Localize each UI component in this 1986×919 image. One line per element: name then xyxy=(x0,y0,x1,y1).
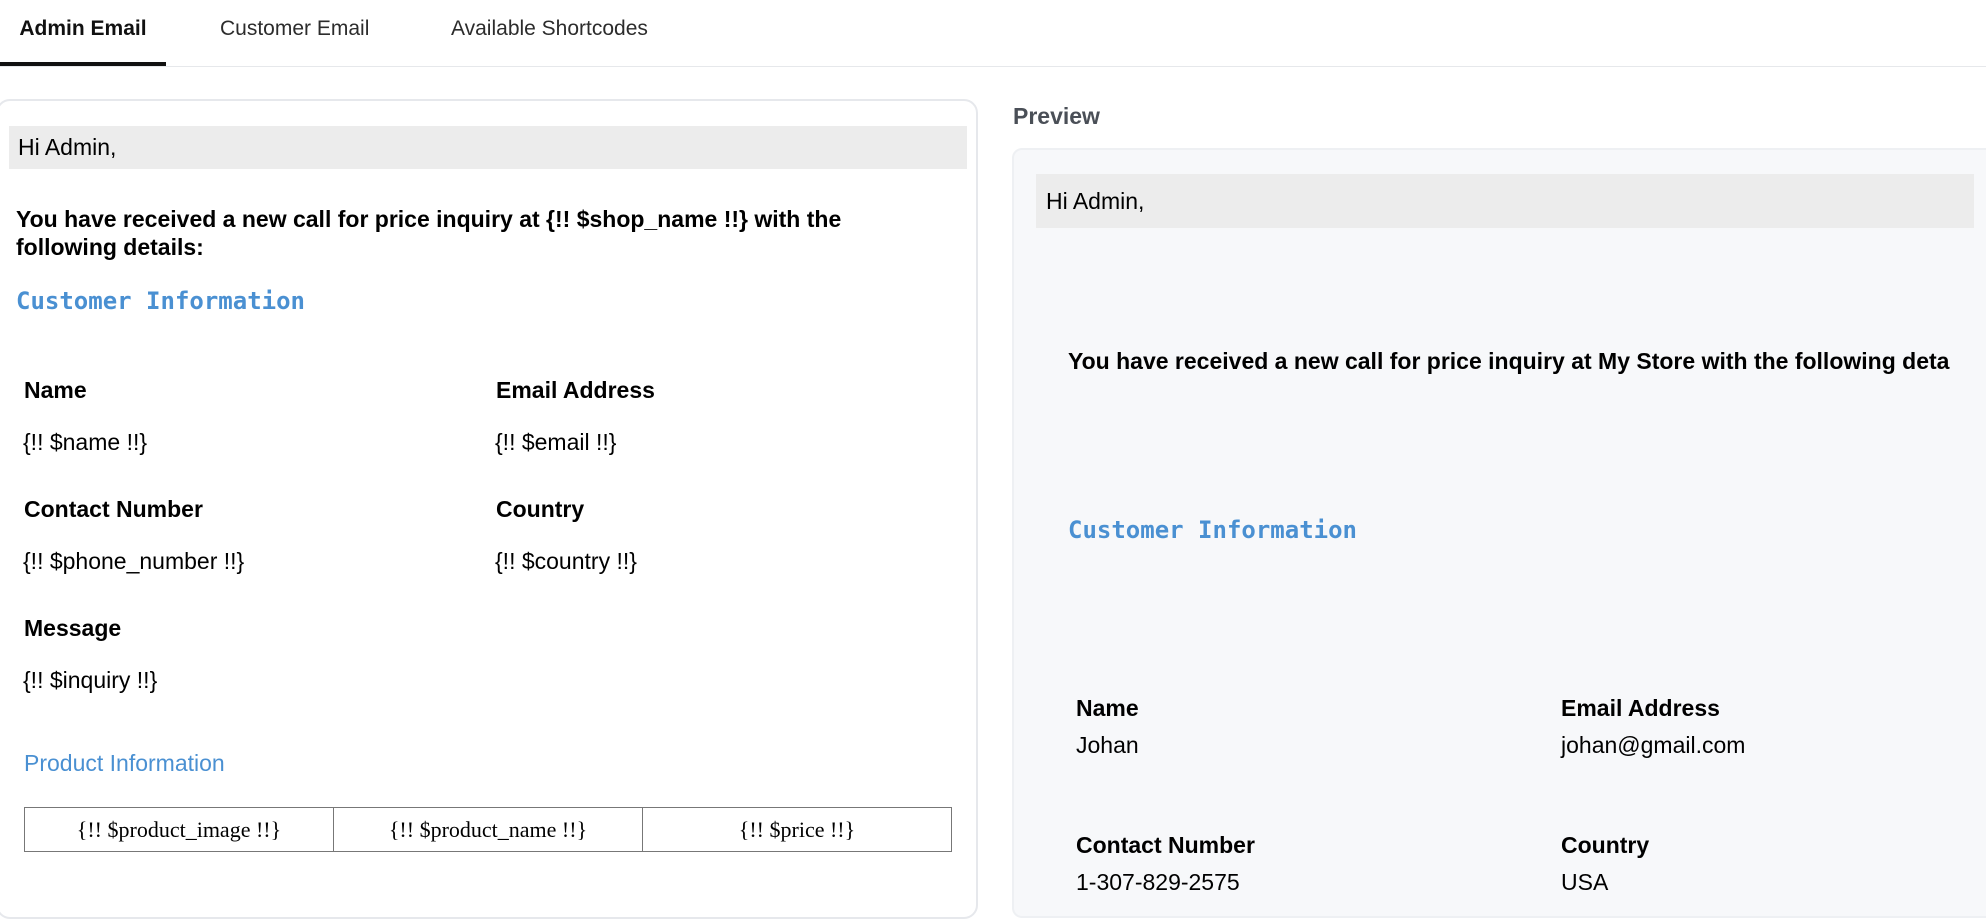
preview-phone-label: Contact Number xyxy=(1076,832,1255,858)
editor-phone-value[interactable]: {!! $phone_number !!} xyxy=(23,548,244,575)
editor-name-value[interactable]: {!! $name !!} xyxy=(23,429,147,456)
preview-greeting: Hi Admin, xyxy=(1036,174,1974,228)
editor-intro-text[interactable]: You have received a new call for price i… xyxy=(16,205,916,261)
editor-customer-info-heading[interactable]: Customer Information xyxy=(16,287,305,315)
preview-intro-text: You have received a new call for price i… xyxy=(1068,348,1950,374)
editor-email-value[interactable]: {!! $email !!} xyxy=(495,429,616,456)
editor-country-label[interactable]: Country xyxy=(496,496,584,523)
preview-customer-info-heading: Customer Information xyxy=(1068,516,1357,544)
preview-email-label: Email Address xyxy=(1561,695,1720,721)
editor-product-info-heading[interactable]: Product Information xyxy=(24,750,225,777)
tab-available-shortcodes[interactable]: Available Shortcodes xyxy=(451,0,648,66)
preview-name-label: Name xyxy=(1076,695,1139,721)
tab-admin-email[interactable]: Admin Email xyxy=(0,0,166,66)
preview-email-value: johan@gmail.com xyxy=(1561,732,1746,758)
editor-message-label[interactable]: Message xyxy=(24,615,121,642)
editor-email-label[interactable]: Email Address xyxy=(496,377,655,404)
preview-country-label: Country xyxy=(1561,832,1650,858)
editor-message-value[interactable]: {!! $inquiry !!} xyxy=(23,667,157,694)
editor-name-label[interactable]: Name xyxy=(24,377,87,404)
editor-phone-label[interactable]: Contact Number xyxy=(24,496,203,523)
preview-phone-value: 1-307-829-2575 xyxy=(1076,869,1240,895)
editor-greeting[interactable]: Hi Admin, xyxy=(9,126,967,169)
product-image-cell[interactable]: {!! $product_image !!} xyxy=(25,808,334,851)
preview-country-value: USA xyxy=(1561,869,1609,895)
product-name-cell[interactable]: {!! $product_name !!} xyxy=(334,808,643,851)
tab-customer-email[interactable]: Customer Email xyxy=(220,0,369,66)
editor-country-value[interactable]: {!! $country !!} xyxy=(495,548,637,575)
product-table[interactable]: {!! $product_image !!} {!! $product_name… xyxy=(24,807,952,852)
preview-title: Preview xyxy=(1013,103,1100,129)
email-tabs: Admin Email Customer Email Available Sho… xyxy=(0,0,1986,67)
preview-name-value: Johan xyxy=(1076,732,1139,758)
product-price-cell[interactable]: {!! $price !!} xyxy=(643,808,951,851)
